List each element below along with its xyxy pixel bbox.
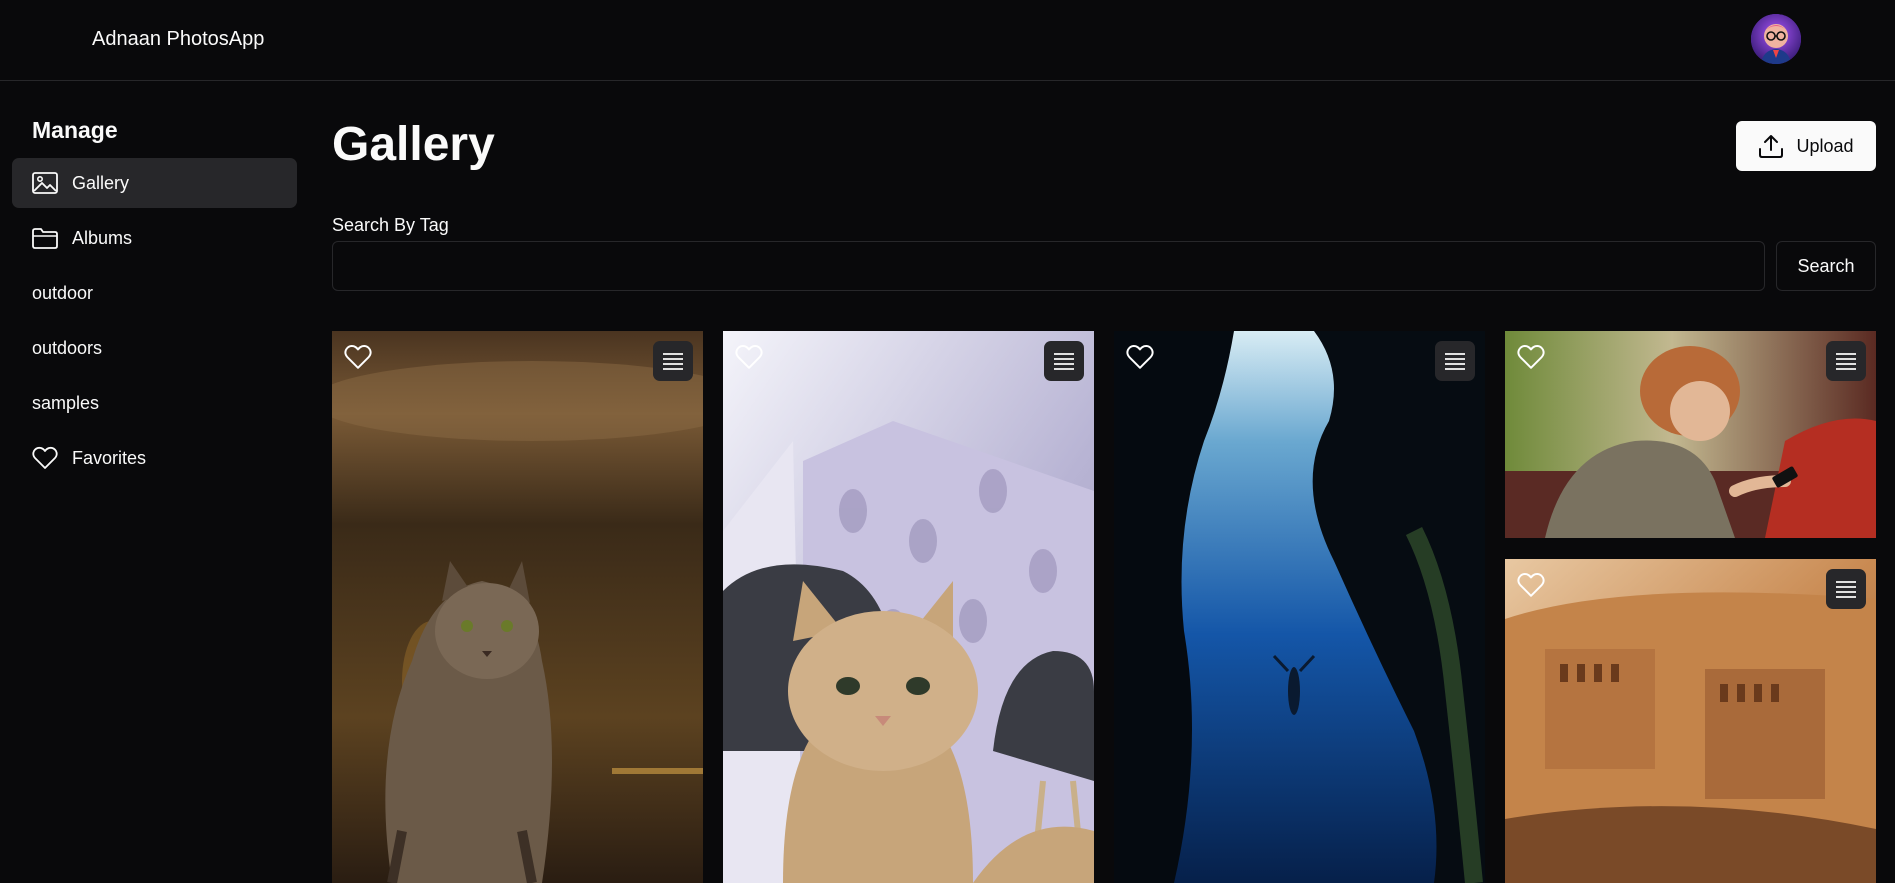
sidebar-item-label: Favorites xyxy=(72,447,147,468)
heart-icon xyxy=(32,446,58,469)
sidebar-item-label: outdoor xyxy=(32,282,94,303)
avatar-image xyxy=(1751,14,1801,64)
menu-icon xyxy=(1054,353,1074,370)
sidebar-item-albums[interactable]: Albums xyxy=(12,213,297,263)
photo-card[interactable] xyxy=(1114,331,1485,883)
sidebar-item-favorites[interactable]: Favorites xyxy=(12,433,297,483)
sidebar-heading: Manage xyxy=(32,117,118,143)
top-bar: Adnaan PhotosApp xyxy=(0,0,1895,81)
menu-icon xyxy=(1836,353,1856,370)
sidebar-item-samples[interactable]: samples xyxy=(12,378,297,428)
folder-icon xyxy=(32,228,58,249)
heart-icon xyxy=(1126,345,1154,369)
upload-button[interactable]: Upload xyxy=(1736,121,1876,171)
heart-icon xyxy=(735,345,763,369)
main-content: Gallery Upload Search By Tag Search xyxy=(332,81,1876,883)
search-button[interactable]: Search xyxy=(1776,241,1876,291)
upload-button-label: Upload xyxy=(1796,135,1854,156)
menu-icon xyxy=(1836,581,1856,598)
photo-card[interactable] xyxy=(332,331,703,883)
favorite-button[interactable] xyxy=(1515,569,1547,601)
photo-card[interactable] xyxy=(723,331,1094,883)
sidebar-item-gallery[interactable]: Gallery xyxy=(12,158,297,208)
photo-card[interactable] xyxy=(1505,331,1876,538)
photo-image xyxy=(1114,331,1485,883)
photo-menu-button[interactable] xyxy=(1826,341,1866,381)
photo-card[interactable] xyxy=(1505,559,1876,883)
photo-image xyxy=(723,331,1094,883)
favorite-button[interactable] xyxy=(342,341,374,373)
search-input[interactable] xyxy=(332,241,1765,291)
photo-menu-button[interactable] xyxy=(1044,341,1084,381)
image-icon xyxy=(32,172,58,194)
heart-icon xyxy=(1517,573,1545,597)
heart-icon xyxy=(344,345,372,369)
favorite-button[interactable] xyxy=(733,341,765,373)
photo-menu-button[interactable] xyxy=(1826,569,1866,609)
sidebar-item-outdoor[interactable]: outdoor xyxy=(12,268,297,318)
favorite-button[interactable] xyxy=(1515,341,1547,373)
upload-icon xyxy=(1759,135,1784,158)
sidebar-item-label: outdoors xyxy=(32,337,103,358)
sidebar-item-outdoors[interactable]: outdoors xyxy=(12,323,297,373)
favorite-button[interactable] xyxy=(1124,341,1156,373)
photo-menu-button[interactable] xyxy=(1435,341,1475,381)
photo-image xyxy=(332,331,703,883)
menu-icon xyxy=(1445,353,1465,370)
heart-icon xyxy=(1517,345,1545,369)
search-label: Search By Tag xyxy=(332,215,449,235)
menu-icon xyxy=(663,353,683,370)
sidebar-item-label: Gallery xyxy=(72,172,130,193)
app-title[interactable]: Adnaan PhotosApp xyxy=(92,28,264,51)
photo-image xyxy=(1505,559,1876,883)
sidebar: Manage Gallery Albums outdoor outdoors s… xyxy=(0,81,308,883)
sidebar-item-label: Albums xyxy=(72,227,133,248)
avatar[interactable] xyxy=(1751,14,1801,64)
page-title: Gallery xyxy=(332,118,495,171)
photo-menu-button[interactable] xyxy=(653,341,693,381)
photo-image xyxy=(1505,331,1876,538)
sidebar-item-label: samples xyxy=(32,392,100,413)
